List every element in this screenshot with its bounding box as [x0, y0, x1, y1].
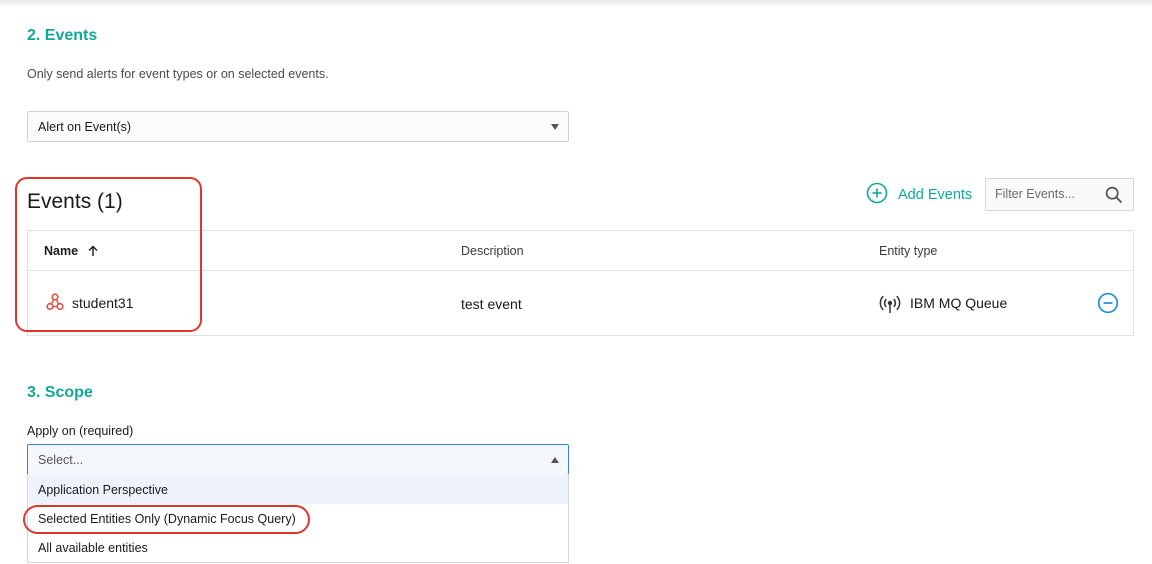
filter-events-input[interactable] [995, 187, 1095, 201]
column-header-description[interactable]: Description [461, 244, 524, 258]
header-shadow [0, 0, 1152, 8]
apply-on-select-placeholder: Select... [38, 452, 84, 467]
events-section-title: 2. Events [27, 27, 98, 44]
annotation-highlight-option [23, 505, 310, 534]
plus-circle-icon [866, 182, 888, 209]
mq-queue-icon [878, 291, 902, 320]
add-events-button[interactable]: Add Events [866, 182, 973, 209]
event-description: test event [461, 296, 522, 312]
chevron-down-icon [551, 124, 559, 130]
alert-type-select-value: Alert on Event(s) [38, 119, 132, 134]
column-header-entity-type[interactable]: Entity type [879, 244, 937, 258]
filter-events-field[interactable] [985, 178, 1134, 211]
apply-on-select[interactable]: Select... [27, 444, 569, 475]
events-section-description: Only send alerts for event types or on s… [27, 67, 329, 81]
alert-type-select[interactable]: Alert on Event(s) [27, 111, 569, 142]
add-events-label: Add Events [898, 187, 973, 203]
option-application-perspective[interactable]: Application Perspective [28, 475, 568, 504]
magnifier-icon[interactable] [1105, 186, 1123, 209]
apply-on-label: Apply on (required) [27, 424, 134, 438]
scope-section-title: 3. Scope [27, 384, 93, 401]
entity-type: IBM MQ Queue [910, 295, 1008, 311]
chevron-up-icon [551, 457, 559, 463]
minus-circle-icon[interactable] [1097, 292, 1119, 319]
option-all-entities[interactable]: All available entities [28, 533, 568, 562]
annotation-highlight-events [15, 177, 202, 332]
